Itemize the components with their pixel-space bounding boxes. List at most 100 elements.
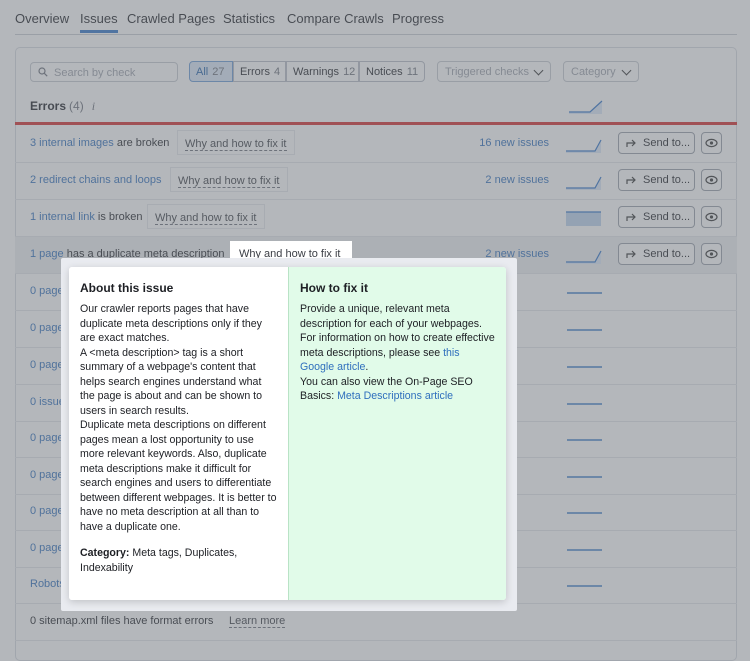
- tab-issues[interactable]: Issues: [80, 11, 118, 33]
- trend-sparkline: [567, 549, 602, 551]
- why-fix-label: Why and how to fix it: [155, 212, 257, 225]
- triggered-checks-dropdown[interactable]: Triggered checks: [437, 61, 551, 82]
- share-arrow-icon: [626, 139, 636, 147]
- learn-more-link[interactable]: Learn more: [229, 615, 286, 628]
- filter-errors-count: 4: [273, 66, 281, 78]
- issue-desc: are broken: [113, 137, 170, 149]
- tab-compare-crawls[interactable]: Compare Crawls: [287, 11, 384, 26]
- hide-issue-button[interactable]: [701, 132, 722, 154]
- issue-text: 0 sitemap.xml files have format errors: [30, 615, 214, 627]
- trend-sparkline: [566, 250, 602, 264]
- trend-sparkline: [567, 329, 602, 331]
- fix-paragraph: Provide a unique, relevant meta descript…: [300, 302, 496, 375]
- hide-issue-button[interactable]: [701, 169, 722, 191]
- filter-all-label: All: [196, 66, 209, 78]
- fix-text: .: [365, 361, 369, 373]
- why-fix-label: Why and how to fix it: [178, 175, 280, 188]
- send-to-button[interactable]: Send to...: [618, 243, 695, 265]
- filter-errors[interactable]: Errors 4: [233, 61, 286, 82]
- trend-sparkline: [566, 176, 602, 190]
- search-icon: [38, 67, 48, 77]
- issue-link[interactable]: 2 redirect chains and loops: [30, 174, 161, 186]
- issue-link[interactable]: 1 page: [30, 248, 64, 260]
- issue-link[interactable]: 3 internal images: [30, 137, 114, 149]
- new-issues-link[interactable]: 2 new issues: [485, 174, 549, 186]
- trend-sparkline: [567, 512, 602, 514]
- filter-notices-label: Notices: [366, 66, 403, 78]
- fix-title: How to fix it: [300, 281, 368, 295]
- send-to-button[interactable]: Send to...: [618, 169, 695, 191]
- tab-statistics[interactable]: Statistics: [223, 11, 275, 26]
- fix-text: Provide a unique, relevant meta descript…: [300, 303, 495, 359]
- trend-sparkline: [566, 139, 602, 153]
- issue-row: 1 internal link is broken Why and how to…: [15, 200, 737, 237]
- how-to-fix-panel: How to fix it Provide a unique, relevant…: [288, 267, 506, 600]
- category-dropdown[interactable]: Category: [563, 61, 639, 82]
- send-to-label: Send to...: [643, 248, 691, 260]
- errors-count: (4): [69, 99, 84, 113]
- issue-text: 1 internal link is broken: [30, 211, 143, 223]
- eye-icon: [705, 138, 718, 148]
- issue-row: 3 internal images are broken Why and how…: [15, 126, 737, 163]
- tab-overview[interactable]: Overview: [15, 11, 69, 26]
- eye-icon: [705, 212, 718, 222]
- trend-sparkline: [567, 585, 602, 587]
- hide-issue-button[interactable]: [701, 206, 722, 228]
- filter-warnings-label: Warnings: [293, 66, 340, 78]
- about-title: About this issue: [80, 281, 174, 295]
- tab-crawled-pages[interactable]: Crawled Pages: [127, 11, 215, 26]
- category-label: Category:: [80, 547, 130, 559]
- trend-sparkline: [567, 439, 602, 441]
- info-icon[interactable]: i: [92, 99, 95, 113]
- issue-text: 3 internal images are broken: [30, 137, 169, 149]
- send-to-button[interactable]: Send to...: [618, 206, 695, 228]
- about-paragraph: A <meta description> tag is a short summ…: [80, 346, 262, 417]
- trend-sparkline: [567, 366, 602, 368]
- issue-desc: is broken: [94, 211, 143, 223]
- chevron-down-icon: [621, 65, 632, 76]
- eye-icon: [705, 175, 718, 185]
- send-to-label: Send to...: [643, 137, 691, 149]
- filter-errors-label: Errors: [240, 66, 270, 78]
- filter-notices-count: 11: [406, 66, 419, 78]
- issue-link[interactable]: 1 internal link: [30, 211, 95, 223]
- errors-heading: Errors (4) i: [30, 99, 95, 114]
- trend-sparkline: [567, 292, 602, 294]
- share-arrow-icon: [626, 176, 636, 184]
- tab-progress[interactable]: Progress: [392, 11, 444, 26]
- triggered-checks-label: Triggered checks: [445, 66, 529, 78]
- fix-paragraph: You can also view the On-Page SEO Basics…: [300, 375, 496, 404]
- issue-row: 2 redirect chains and loops Why and how …: [15, 163, 737, 200]
- meta-descriptions-article-link[interactable]: Meta Descriptions article: [337, 390, 453, 402]
- about-paragraph: Our crawler reports pages that have dupl…: [80, 303, 262, 344]
- why-fix-link[interactable]: Why and how to fix it: [177, 130, 295, 155]
- hide-issue-button[interactable]: [701, 243, 722, 265]
- search-placeholder: Search by check: [54, 67, 136, 79]
- chevron-down-icon: [533, 65, 544, 76]
- filter-all[interactable]: All 27: [189, 61, 233, 82]
- category-line: Category: Meta tags, Duplicates, Indexab…: [80, 546, 278, 575]
- errors-title: Errors: [30, 99, 67, 113]
- trend-sparkline: [566, 211, 601, 226]
- new-issues-link[interactable]: 16 new issues: [479, 137, 549, 149]
- page: Overview Issues Crawled Pages Statistics…: [0, 0, 750, 661]
- filter-notices[interactable]: Notices 11: [359, 61, 425, 82]
- tab-bar: Overview Issues Crawled Pages Statistics…: [15, 0, 737, 35]
- why-fix-link[interactable]: Why and how to fix it: [170, 167, 288, 192]
- send-to-label: Send to...: [643, 211, 691, 223]
- errors-divider: [15, 122, 737, 125]
- about-panel: About this issue Our crawler reports pag…: [69, 267, 288, 600]
- errors-sparkline: [569, 100, 603, 114]
- search-input[interactable]: Search by check: [30, 62, 178, 82]
- send-to-label: Send to...: [643, 174, 691, 186]
- share-arrow-icon: [626, 213, 636, 221]
- why-fix-link[interactable]: Why and how to fix it: [147, 204, 265, 229]
- filter-warnings-count: 12: [343, 66, 356, 78]
- trend-sparkline: [567, 403, 602, 405]
- filter-all-count: 27: [212, 66, 225, 78]
- share-arrow-icon: [626, 250, 636, 258]
- send-to-button[interactable]: Send to...: [618, 132, 695, 154]
- filter-warnings[interactable]: Warnings 12: [286, 61, 359, 82]
- why-fix-label: Why and how to fix it: [185, 138, 287, 151]
- trend-sparkline: [567, 476, 602, 478]
